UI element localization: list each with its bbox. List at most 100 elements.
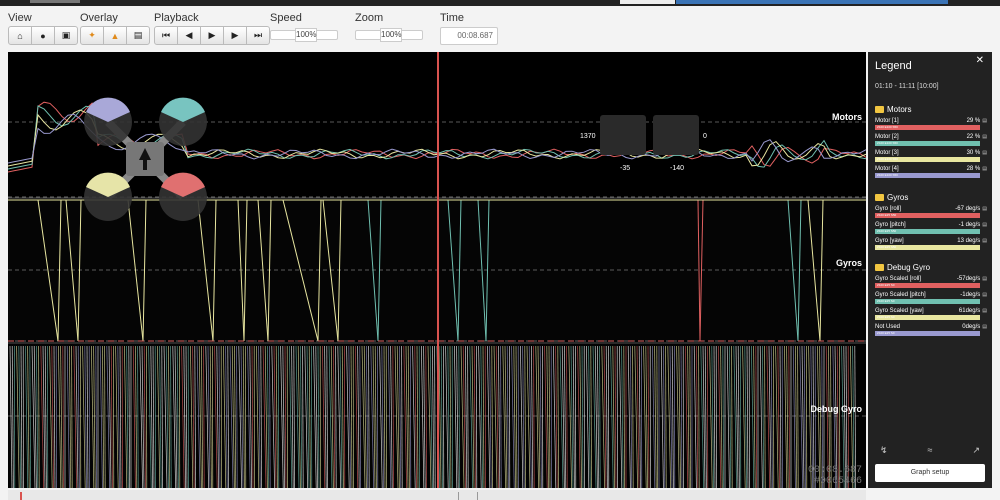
legend-group-name: Gyros: [887, 192, 909, 202]
timeline-handle[interactable]: [458, 492, 478, 500]
legend-item[interactable]: Motor [1] 29 % ▤ Z100 E100 S50: [875, 118, 987, 130]
legend-item-value: 61deg/s: [958, 308, 981, 314]
speed-value[interactable]: 100%: [295, 28, 317, 42]
legend-item[interactable]: Gyro [roll] -67 deg/s ▤ Z100 E25 S50: [875, 206, 987, 218]
right-stick-x-value: 0: [703, 133, 707, 140]
home-icon[interactable]: ⌂: [8, 26, 32, 45]
legend-item-value: -1 deg/s: [958, 222, 981, 228]
time-input[interactable]: 00:08.687: [440, 27, 498, 45]
time-label: Time: [440, 12, 465, 24]
playback-group: Playback ⏮ ◀ ▶ ▶ ⏭: [154, 12, 270, 45]
legend-item-label: Motor [2]: [875, 134, 899, 140]
nav-tab[interactable]: [620, 0, 675, 4]
skip-start-icon[interactable]: ⏮: [154, 26, 178, 45]
bar-chart-icon[interactable]: ▤: [982, 118, 987, 125]
view-label: View: [8, 12, 32, 24]
step-forward-icon[interactable]: ▶: [223, 26, 247, 45]
legend-item-scale-bar[interactable]: Z100 E100 S50: [875, 141, 980, 146]
smoothing-icon[interactable]: ↯: [880, 445, 888, 456]
legend-group-name: Motors: [887, 104, 912, 114]
overlay-group: Overlay ✦ ▲ ▤: [80, 12, 150, 45]
legend-item[interactable]: Gyro Scaled [pitch] -1deg/s ▤ Z100 E25 S0: [875, 292, 987, 304]
speed-slider[interactable]: 100%: [270, 28, 338, 42]
speed-group: Speed 100%: [270, 12, 338, 42]
legend-item[interactable]: Gyro Scaled [roll] -57deg/s ▤ Z100 E25 S0: [875, 276, 987, 288]
info-icon[interactable]: ●: [31, 26, 55, 45]
legend-item-label: Gyro Scaled [pitch]: [875, 292, 926, 298]
bar-chart-icon[interactable]: ▤: [982, 324, 987, 331]
sticks-icon[interactable]: ▲: [103, 26, 127, 45]
legend-item-value: 28 %: [966, 166, 981, 172]
legend-item[interactable]: Gyro Scaled [yaw] 61deg/s ▤ Z100 E25 S0: [875, 308, 987, 320]
legend-group-header[interactable]: Motors: [875, 104, 987, 114]
legend-item[interactable]: Gyro [yaw] 13 deg/s ▤ Z100 E25 S50: [875, 238, 987, 250]
step-back-icon[interactable]: ◀: [177, 26, 201, 45]
folder-icon: [875, 263, 884, 271]
legend-item-label: Gyro [roll]: [875, 206, 902, 212]
craft-icon[interactable]: ✦: [80, 26, 104, 45]
bar-chart-icon[interactable]: ▤: [982, 276, 987, 283]
graph-setup-button[interactable]: Graph setup: [875, 464, 985, 482]
legend-item-label: Motor [3]: [875, 150, 899, 156]
left-stick-x-value: 1370: [580, 133, 596, 140]
overlay-label: Overlay: [80, 12, 118, 24]
legend-item[interactable]: Motor [3] 30 % ▤ Z100 E100 S50: [875, 150, 987, 162]
legend-item-label: Not Used: [875, 324, 901, 330]
save-icon[interactable]: ▣: [54, 26, 78, 45]
legend-item[interactable]: Motor [4] 28 % ▤ Z100 E100 S50: [875, 166, 987, 178]
bar-chart-icon[interactable]: ▤: [982, 308, 987, 315]
zoom-value[interactable]: 100%: [380, 28, 402, 42]
legend-panel: Legend ✕ 01:10 - 11:11 [10:00] Motors Mot…: [868, 52, 992, 488]
playback-label: Playback: [154, 12, 199, 24]
timeline-marker: [20, 492, 22, 500]
bar-chart-icon[interactable]: ▤: [982, 292, 987, 299]
zoom-slider[interactable]: 100%: [355, 28, 423, 42]
bar-chart-icon[interactable]: ▤: [982, 206, 987, 213]
skip-end-icon[interactable]: ⏭: [246, 26, 270, 45]
legend-item-value: -67 deg/s: [955, 206, 981, 212]
legend-item-scale-bar[interactable]: Z100 E100 S50: [875, 157, 980, 162]
legend-item[interactable]: Motor [2] 22 % ▤ Z100 E100 S50: [875, 134, 987, 146]
bar-chart-icon[interactable]: ▤: [126, 26, 150, 45]
speed-label: Speed: [270, 12, 302, 24]
legend-item-label: Gyro Scaled [yaw]: [875, 308, 924, 314]
legend-item-label: Gyro [yaw]: [875, 238, 904, 244]
legend-group-header[interactable]: Gyros: [875, 192, 987, 202]
spectrum-icon[interactable]: ≈: [928, 445, 933, 456]
play-icon[interactable]: ▶: [200, 26, 224, 45]
folder-icon: [875, 193, 884, 201]
legend-item-scale-bar[interactable]: Z100 E25 S0: [875, 299, 980, 304]
timeline-scrollbar[interactable]: [8, 490, 866, 500]
graph-tools: ↯ ≈ ↗: [880, 445, 980, 456]
legend-item[interactable]: Not Used 0deg/s ▤ Z100 E25 S0: [875, 324, 987, 336]
close-icon[interactable]: ✕: [976, 55, 984, 66]
legend-item-value: 30 %: [966, 150, 981, 156]
legend-item-scale-bar[interactable]: Z100 E25 S0: [875, 331, 980, 336]
legend-item-scale-bar[interactable]: Z100 E25 S50: [875, 213, 980, 218]
bar-chart-icon[interactable]: ▤: [982, 150, 987, 157]
legend-item-scale-bar[interactable]: Z100 E100 S50: [875, 125, 980, 130]
legend-item-scale-bar[interactable]: Z100 E100 S50: [875, 173, 980, 178]
log-graph-canvas[interactable]: Motors Gyros Debug Gyro 1370 -35 0 -140 …: [8, 52, 866, 488]
legend-title: Legend: [875, 60, 912, 72]
legend-item-scale-bar[interactable]: Z100 E25 S0: [875, 315, 980, 320]
legend-item-value: 13 deg/s: [957, 238, 981, 244]
app-tab[interactable]: [30, 0, 80, 3]
zoom-label: Zoom: [355, 12, 384, 24]
folder-icon: [875, 105, 884, 113]
legend-group: Gyros Gyro [roll] -67 deg/s ▤ Z100 E25 S50 Gy…: [875, 192, 987, 250]
legend-item-scale-bar[interactable]: Z100 E25 S50: [875, 229, 980, 234]
legend-item[interactable]: Gyro [pitch] -1 deg/s ▤ Z100 E25 S50: [875, 222, 987, 234]
nav-tab-active[interactable]: [676, 0, 948, 4]
expo-icon[interactable]: ↗: [972, 445, 980, 456]
legend-item-label: Motor [1]: [875, 118, 899, 124]
bar-chart-icon[interactable]: ▤: [982, 166, 987, 173]
legend-item-scale-bar[interactable]: Z100 E25 S0: [875, 283, 980, 288]
legend-item-scale-bar[interactable]: Z100 E25 S50: [875, 245, 980, 250]
legend-item-value: 22 %: [966, 134, 981, 140]
legend-group-header[interactable]: Debug Gyro: [875, 262, 987, 272]
bar-chart-icon[interactable]: ▤: [982, 222, 987, 229]
overlay-time: 00:08.687: [807, 465, 862, 476]
bar-chart-icon[interactable]: ▤: [982, 134, 987, 141]
bar-chart-icon[interactable]: ▤: [982, 238, 987, 245]
